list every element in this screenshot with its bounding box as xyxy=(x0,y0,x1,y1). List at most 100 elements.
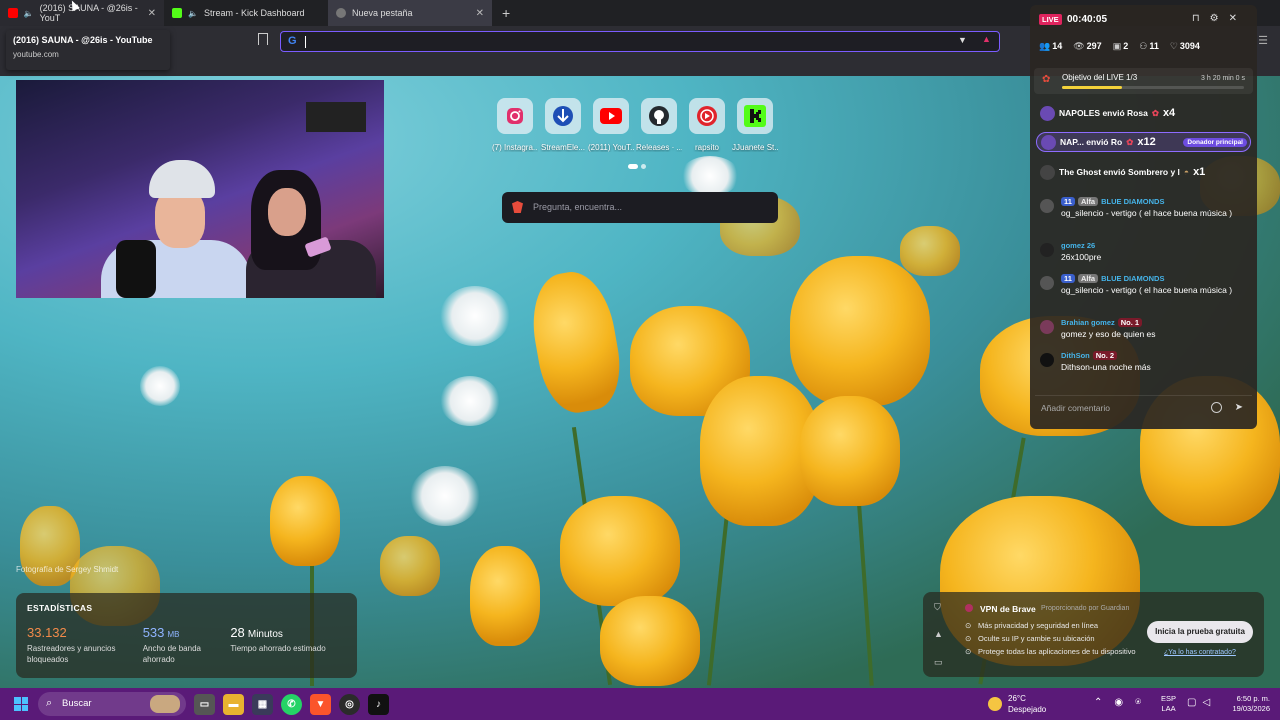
stats-header: ESTADÍSTICAS xyxy=(27,603,93,613)
emoji-icon[interactable] xyxy=(1211,402,1222,413)
speaker-icon: 🔈 xyxy=(188,8,198,18)
text-caret xyxy=(305,36,306,48)
shortcut-page-dots[interactable] xyxy=(628,164,646,169)
brave-icon[interactable]: ▼ xyxy=(310,694,331,715)
language-indicator[interactable]: ESP LAA xyxy=(1161,694,1176,714)
windows-start-icon[interactable] xyxy=(14,697,28,711)
clock-time: 6:50 p. m. xyxy=(1236,694,1270,703)
avatar[interactable] xyxy=(1040,353,1054,367)
vpn-provider: Proporcionado por Guardian xyxy=(1041,605,1130,612)
gift-row: The Ghost envió Sombrero y l ◓ x1 xyxy=(1036,162,1251,182)
chat-username[interactable]: BLUE DIAMONDS xyxy=(1101,197,1164,206)
new-tab-search-box[interactable]: Pregunta, encuentra... xyxy=(502,192,778,223)
shortcut-label: StreamEle... xyxy=(540,143,585,152)
clock[interactable]: 6:50 p. m. 19/03/2026 xyxy=(1226,694,1270,714)
new-tab-button[interactable]: + xyxy=(502,5,510,21)
users-icon: 👥 xyxy=(1039,41,1051,51)
chat-username[interactable]: gomez 26 xyxy=(1061,241,1095,250)
obs-icon[interactable]: ◎ xyxy=(339,694,360,715)
tab-new-tab[interactable]: Nueva pestaña ✕ xyxy=(328,0,492,26)
bookmark-icon[interactable] xyxy=(258,33,268,45)
taskbar-search[interactable]: ⌕ Buscar xyxy=(38,692,186,716)
shortcut-instagram[interactable]: (7) Instagra... xyxy=(492,98,538,152)
tab-title: (2016) SAUNA - @26is - YouT xyxy=(39,3,138,23)
shortcut-kick[interactable]: JJuanete St... xyxy=(732,98,778,152)
clock-date: 19/03/2026 xyxy=(1232,704,1270,713)
avatar[interactable] xyxy=(1040,105,1055,121)
lock-icon[interactable]: ⊓ xyxy=(1192,13,1210,24)
live-viewers: 👁 297 xyxy=(1073,41,1102,51)
comment-input[interactable]: Añadir comentario ➤ xyxy=(1035,395,1252,421)
avatar[interactable] xyxy=(1040,276,1054,290)
kick-favicon-icon xyxy=(172,8,182,18)
vpn-title: VPN de Brave xyxy=(980,604,1036,614)
tiktok-icon[interactable]: ♪ xyxy=(368,694,389,715)
gear-icon[interactable]: ⚙ xyxy=(1210,13,1229,24)
live-badge: LIVE xyxy=(1039,14,1062,25)
moon-icon xyxy=(988,697,1002,711)
search-icon: ⌕ xyxy=(46,697,53,709)
stats-label: Tiempo ahorrado estimado xyxy=(230,644,326,653)
chat-text: Dithson-una noche más xyxy=(1061,362,1151,372)
shortcut-youtube[interactable]: (2011) YouT... xyxy=(588,98,634,152)
photo-credit[interactable]: Fotografía de Sergey Shmidt xyxy=(16,565,118,574)
chat-username[interactable]: Brahian gomez xyxy=(1061,318,1115,327)
address-bar[interactable]: G xyxy=(280,31,1000,52)
send-icon[interactable]: ➤ xyxy=(1235,402,1243,413)
goal-remaining: 3 h 20 min 0 s xyxy=(1201,75,1245,82)
google-icon: G xyxy=(288,35,297,47)
live-stats: 👥 14 👁 297 ▣ 2 ⚇ 11 ♡ 3094 xyxy=(1039,41,1200,52)
tab-youtube[interactable]: 🔈 (2016) SAUNA - @26is - YouT ✕ xyxy=(0,0,164,26)
task-view-icon[interactable]: ▭ xyxy=(194,694,215,715)
avatar[interactable] xyxy=(1040,243,1054,257)
stats-unit: MB xyxy=(167,630,180,639)
chat-username[interactable]: DithSon xyxy=(1061,351,1090,360)
shortcut-label: (7) Instagra... xyxy=(492,143,538,152)
tooltip-title: (2016) SAUNA - @26is - YouTube xyxy=(13,35,153,45)
store-icon[interactable]: ▦ xyxy=(252,694,273,715)
system-icons[interactable]: ▢◁ xyxy=(1187,697,1216,708)
brave-rewards-icon[interactable]: ▲ xyxy=(982,34,991,44)
check-icon: ⊙ xyxy=(965,647,972,656)
taskbar-search-label: Buscar xyxy=(62,698,92,709)
avatar[interactable] xyxy=(1040,199,1054,213)
already-purchased-link[interactable]: ¿Ya lo has contratado? xyxy=(1164,649,1236,656)
chat-username[interactable]: BLUE DIAMONDS xyxy=(1101,274,1164,283)
shortcut-github[interactable]: Releases · ... xyxy=(636,98,682,152)
tab-kick-dashboard[interactable]: 🔈 Stream - Kick Dashboard xyxy=(164,0,328,26)
shortcut-label: Releases · ... xyxy=(636,143,682,152)
shortcut-streamelements[interactable]: StreamEle... xyxy=(541,98,585,152)
taskbar-apps: ▭ ▬ ▦ ✆ ▼ ◎ ♪ xyxy=(194,694,389,715)
card-icon[interactable]: ▭ xyxy=(934,657,943,668)
start-trial-button[interactable]: Inicia la prueba gratuita xyxy=(1147,621,1253,643)
search-placeholder: Pregunta, encuentra... xyxy=(533,202,623,212)
kick-icon xyxy=(744,105,766,127)
menu-icon[interactable]: ☰ xyxy=(1258,34,1268,47)
speaker-icon: 🔈 xyxy=(23,8,34,18)
file-explorer-icon[interactable]: ▬ xyxy=(223,694,244,715)
goal-progress-bar xyxy=(1062,86,1244,89)
vpn-shield-icon[interactable]: ⛉ xyxy=(934,602,941,613)
github-icon xyxy=(649,106,669,126)
close-icon[interactable]: ✕ xyxy=(1229,13,1247,24)
chat-text: 26x100pre xyxy=(1061,252,1102,262)
eye-icon: 👁 xyxy=(1073,41,1085,51)
system-tray[interactable]: ⌃◉⍟ xyxy=(1094,697,1153,708)
network-icon: ▢ xyxy=(1187,697,1203,708)
shortcut-label: (2011) YouT... xyxy=(588,143,634,152)
live-goal[interactable]: ✿ Objetivo del LIVE 1/3 3 h 20 min 0 s xyxy=(1034,68,1253,94)
avatar[interactable] xyxy=(1040,320,1054,334)
close-icon[interactable]: ✕ xyxy=(476,8,484,19)
stats-value: 533 xyxy=(142,625,165,640)
warning-icon[interactable]: ▲ xyxy=(934,629,943,639)
whatsapp-icon[interactable]: ✆ xyxy=(281,694,302,715)
brave-shields-icon[interactable]: ▼ xyxy=(958,35,967,45)
shortcut-rapsito[interactable]: rapsito xyxy=(688,98,726,152)
panel-controls: ⊓⚙✕ xyxy=(1192,13,1247,24)
close-icon[interactable]: ✕ xyxy=(148,8,156,19)
check-icon: ⊙ xyxy=(965,634,972,643)
avatar[interactable] xyxy=(1040,164,1055,180)
user-plus-icon: ⚇ xyxy=(1139,41,1148,51)
tooltip-url: youtube.com xyxy=(13,50,59,59)
avatar[interactable] xyxy=(1041,134,1056,150)
